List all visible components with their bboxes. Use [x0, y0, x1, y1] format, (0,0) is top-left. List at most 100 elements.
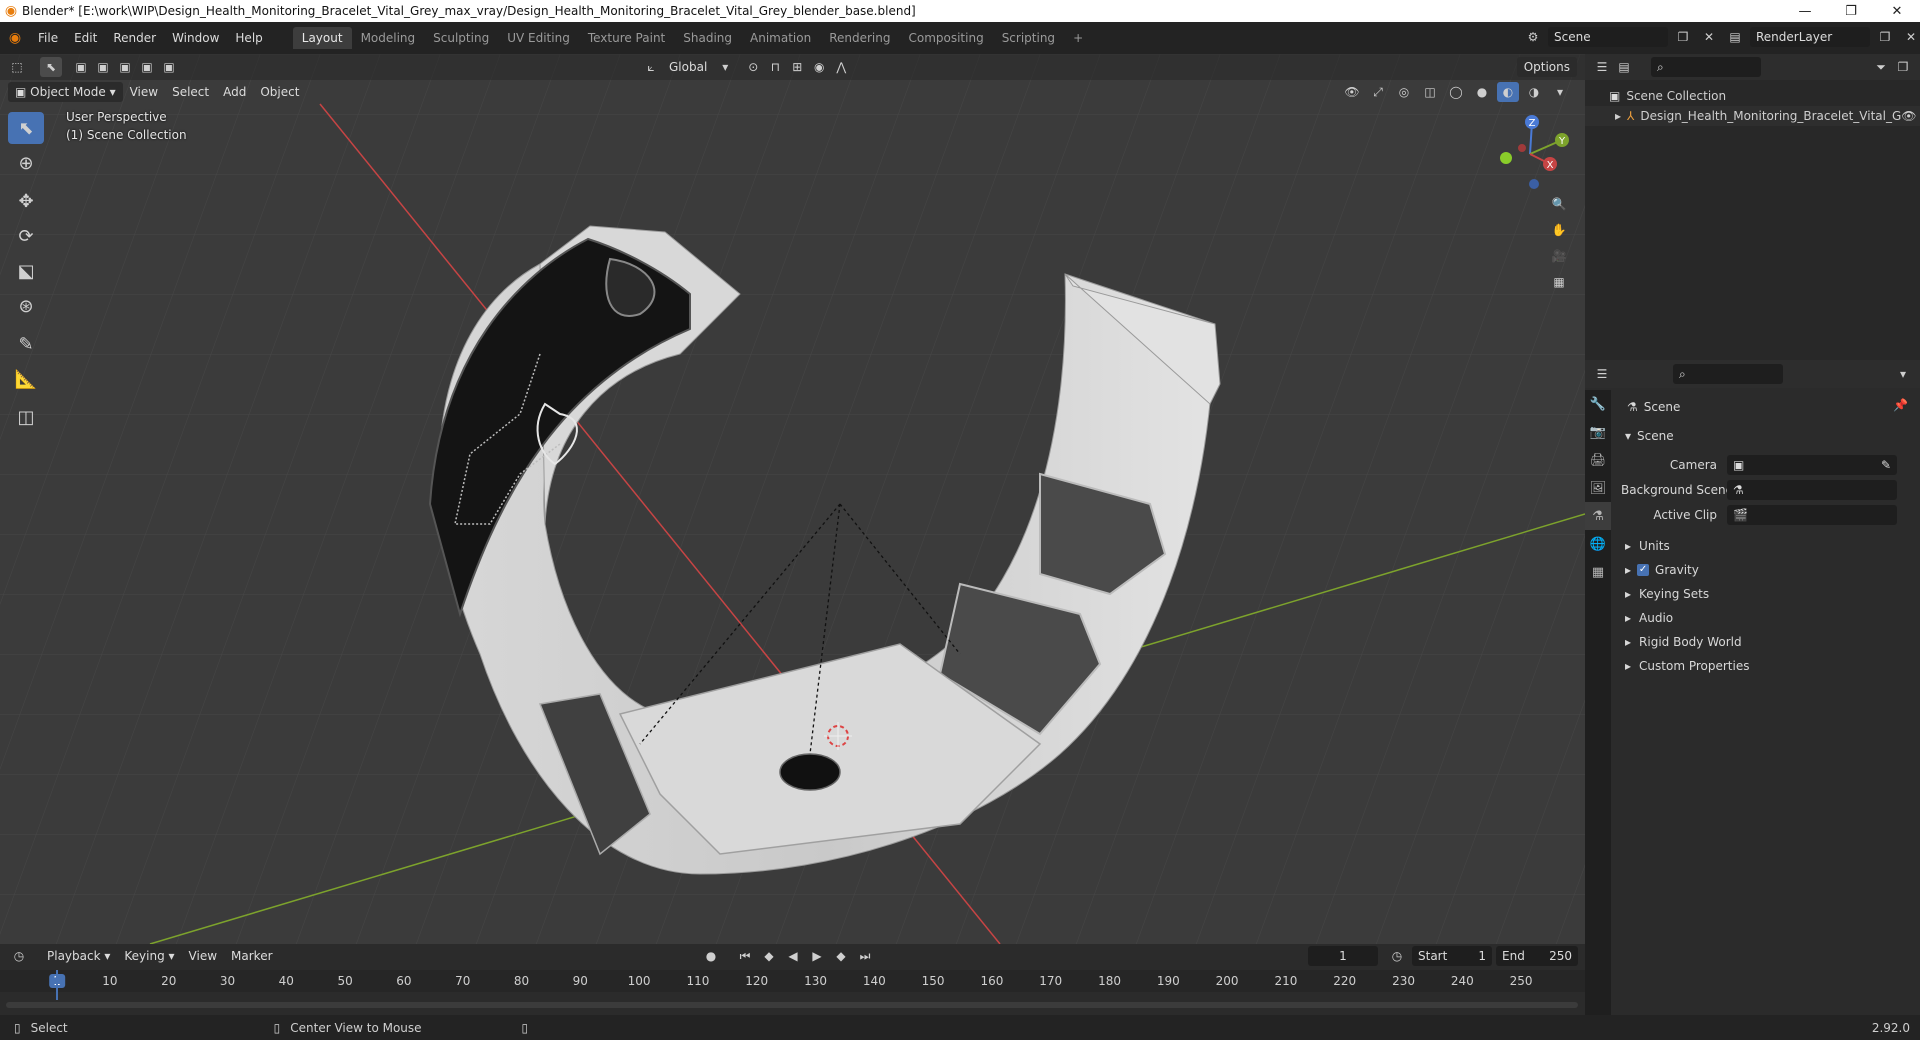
rendered-shading-icon[interactable]: ◑ [1523, 82, 1545, 102]
tab-modeling[interactable]: Modeling [352, 27, 425, 49]
panel-rigid-body-world[interactable]: ▸ Rigid Body World [1625, 631, 1742, 653]
delete-layer-icon[interactable]: ✕ [1900, 27, 1920, 47]
rotate-tool-icon[interactable]: ⟳ [8, 220, 44, 252]
menu-render[interactable]: Render [105, 27, 164, 49]
new-collection-icon[interactable]: ❐ [1892, 57, 1914, 77]
pivot-point-icon[interactable]: ⊙ [742, 57, 764, 77]
select-mode-subtract-icon[interactable]: ▣ [114, 57, 136, 77]
close-button[interactable]: ✕ [1874, 0, 1920, 22]
scene-tab-icon[interactable]: ⚗ [1585, 502, 1611, 530]
tab-sculpting[interactable]: Sculpting [424, 27, 498, 49]
menu-select[interactable]: Select [165, 82, 216, 102]
tab-scripting[interactable]: Scripting [993, 27, 1064, 49]
gizmo-neg-x-axis[interactable] [1518, 144, 1526, 152]
new-layer-icon[interactable]: ❐ [1874, 27, 1896, 47]
jump-keyframe-back-icon[interactable]: ◆ [758, 946, 780, 966]
panel-custom-properties[interactable]: ▸ Custom Properties [1625, 655, 1749, 677]
select-mode-invert-icon[interactable]: ▣ [136, 57, 158, 77]
texture-tab-icon[interactable]: ▦ [1585, 558, 1611, 586]
play-reverse-icon[interactable]: ◀ [782, 946, 804, 966]
gravity-checkbox[interactable]: ✓ [1637, 564, 1650, 576]
menu-help[interactable]: Help [227, 27, 270, 49]
overlays-icon[interactable]: ◎ [1393, 82, 1415, 102]
measure-tool-icon[interactable]: 📐 [8, 363, 44, 395]
panel-gravity[interactable]: ▸ ✓ Gravity [1625, 559, 1699, 581]
panel-scene-header[interactable]: ▾ Scene [1625, 425, 1674, 447]
render-layer-field[interactable]: RenderLayer [1750, 27, 1870, 47]
tab-uv-editing[interactable]: UV Editing [498, 27, 579, 49]
tab-compositing[interactable]: Compositing [899, 27, 992, 49]
editor-type-icon[interactable]: ⬚ [6, 57, 28, 77]
output-tab-icon[interactable]: 🖨 [1585, 446, 1611, 474]
playhead[interactable] [56, 970, 58, 1000]
chevron-down-icon[interactable]: ▾ [714, 57, 736, 77]
panel-units[interactable]: ▸ Units [1625, 535, 1670, 557]
panel-keying-sets[interactable]: ▸ Keying Sets [1625, 583, 1709, 605]
end-frame-field[interactable]: End 250 [1496, 946, 1578, 966]
outliner-row[interactable]: ▸ ⅄ Design_Health_Monitoring_Bracelet_Vi… [1585, 106, 1920, 126]
transform-orientation-dropdown[interactable]: Global [662, 57, 714, 77]
select-mode-new-icon[interactable]: ▣ [70, 57, 92, 77]
menu-keying[interactable]: Keying ▾ [117, 946, 181, 966]
current-frame-field[interactable]: 1 [1308, 946, 1378, 966]
gizmo-neg-y-axis[interactable] [1500, 152, 1512, 164]
jump-keyframe-forward-icon[interactable]: ◆ [830, 946, 852, 966]
outliner-item-bracelet[interactable]: Design_Health_Monitoring_Bracelet_Vital_… [1640, 109, 1901, 123]
select-tool-icon[interactable]: ⬉ [40, 57, 62, 77]
timeline-scrollbar[interactable] [6, 1002, 1578, 1008]
menu-marker[interactable]: Marker [224, 946, 279, 966]
select-mode-extend-icon[interactable]: ▣ [92, 57, 114, 77]
pan-hand-icon[interactable]: ✋ [1548, 220, 1570, 240]
timeline-editor-type-icon[interactable]: ◷ [8, 946, 30, 966]
filter-icon[interactable]: ⏷ [1870, 57, 1892, 77]
menu-view-timeline[interactable]: View [182, 946, 224, 966]
gizmo-icon[interactable]: ⤢ [1367, 82, 1389, 102]
eyedropper-icon[interactable]: ✎ [1881, 455, 1891, 475]
menu-edit[interactable]: Edit [66, 27, 105, 49]
material-shading-icon[interactable]: ◐ [1497, 82, 1519, 102]
add-workspace-button[interactable]: + [1064, 27, 1092, 49]
jump-end-icon[interactable]: ⏭ [854, 946, 876, 966]
camera-field[interactable]: ▣ ✎ [1727, 455, 1897, 475]
transform-tool-icon[interactable]: ⊛ [8, 290, 44, 322]
world-tab-icon[interactable]: 🌐 [1585, 530, 1611, 558]
annotate-tool-icon[interactable]: ✎ [8, 328, 44, 360]
move-tool-icon[interactable]: ✥ [8, 185, 44, 217]
menu-playback[interactable]: Playback ▾ [40, 946, 117, 966]
select-mode-intersect-icon[interactable]: ▣ [158, 57, 180, 77]
viewport-scene[interactable] [0, 54, 1585, 944]
visibility-icon[interactable]: 👁 [1341, 82, 1363, 102]
clock-icon[interactable]: ◷ [1386, 946, 1408, 966]
collapse-arrow-icon[interactable]: ▾ [1625, 429, 1631, 443]
jump-start-icon[interactable]: ⏮ [734, 946, 756, 966]
chevron-down-icon[interactable]: ▾ [1892, 364, 1914, 384]
shading-options-icon[interactable]: ▾ [1549, 82, 1571, 102]
tab-rendering[interactable]: Rendering [820, 27, 899, 49]
eye-visibility-icon[interactable]: 👁 [1901, 109, 1916, 123]
wireframe-shading-icon[interactable]: ◯ [1445, 82, 1467, 102]
delete-scene-icon[interactable]: ✕ [1698, 27, 1720, 47]
expand-arrow-icon[interactable]: ▸ [1625, 563, 1631, 577]
properties-editor-type-icon[interactable]: ☰ [1591, 364, 1613, 384]
maximize-button[interactable]: ❐ [1828, 0, 1874, 22]
tab-shading[interactable]: Shading [674, 27, 741, 49]
blender-menu-icon[interactable]: ◉ [0, 30, 30, 46]
cursor-tool-icon[interactable]: ⊕ [8, 147, 44, 179]
tab-animation[interactable]: Animation [741, 27, 820, 49]
menu-file[interactable]: File [30, 27, 66, 49]
add-cube-tool-icon[interactable]: ◫ [8, 401, 44, 433]
panel-audio[interactable]: ▸ Audio [1625, 607, 1673, 629]
options-button[interactable]: Options [1516, 57, 1577, 77]
minimize-button[interactable]: — [1782, 0, 1828, 22]
scene-selector-icon[interactable]: ⚙ [1522, 27, 1544, 47]
menu-add[interactable]: Add [216, 82, 253, 102]
view-layer-icon[interactable]: ▤ [1724, 27, 1746, 47]
menu-view[interactable]: View [123, 82, 165, 102]
expand-arrow-icon[interactable]: ▸ [1615, 109, 1621, 123]
outliner-search-input[interactable]: ⌕ [1651, 57, 1761, 77]
expand-arrow-icon[interactable]: ▸ [1625, 587, 1631, 601]
solid-shading-icon[interactable]: ● [1471, 82, 1493, 102]
expand-arrow-icon[interactable]: ▸ [1625, 611, 1631, 625]
ortho-grid-icon[interactable]: ▦ [1548, 272, 1570, 292]
display-mode-icon[interactable]: ▤ [1613, 57, 1635, 77]
